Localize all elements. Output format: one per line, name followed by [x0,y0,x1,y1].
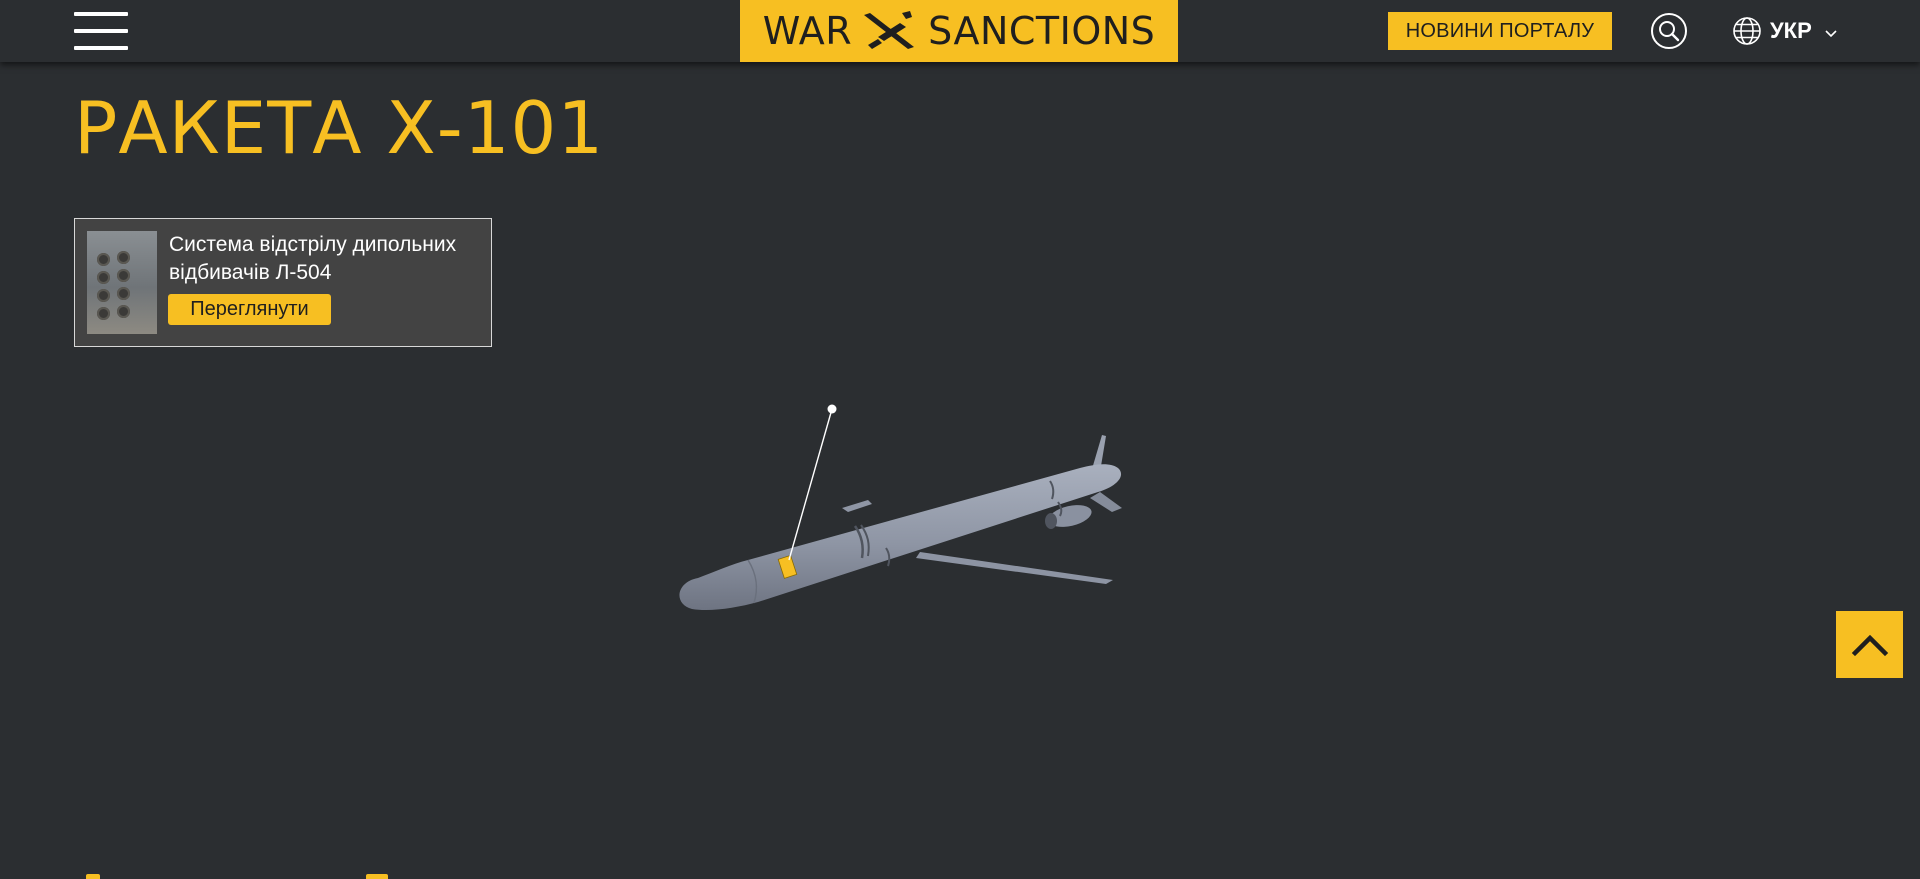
page-title: РАКЕТА Х-101 [74,86,605,170]
site-header: WAR SANCTIONS НОВИНИ ПОРТАЛУ УКР [0,0,1920,62]
next-section-edge [0,872,1920,879]
missile-3d-model[interactable] [640,380,1180,640]
search-icon [1651,13,1687,49]
globe-icon [1733,17,1761,45]
wing [916,552,1113,584]
language-label: УКР [1770,18,1812,43]
search-button[interactable] [1650,12,1688,50]
callout-dot [827,404,837,414]
component-thumbnail [87,231,157,334]
hamburger-icon [74,12,128,16]
chevron-down-icon [1825,30,1837,38]
portal-news-button[interactable]: НОВИНИ ПОРТАЛУ [1388,12,1612,50]
component-hotspot[interactable] [775,548,793,578]
component-title: Система відстрілу дипольних відбивачів Л… [169,233,457,284]
chevron-up-icon [1851,634,1888,656]
site-logo[interactable]: WAR SANCTIONS [740,0,1178,62]
callout-line [788,408,833,561]
view-component-button[interactable]: Переглянути [168,294,331,325]
menu-button[interactable] [74,12,128,50]
wing-upper [842,500,872,512]
tail-fin-rear [1090,492,1122,512]
back-to-top-button[interactable] [1836,611,1903,678]
language-selector[interactable]: УКР [1732,13,1838,49]
logo-text-war: WAR [762,9,853,53]
plane-icon [864,11,915,49]
component-card: Система відстрілу дипольних відбивачів Л… [74,218,492,347]
logo-text-sanctions: SANCTIONS [928,9,1156,53]
missile-body [679,464,1122,611]
